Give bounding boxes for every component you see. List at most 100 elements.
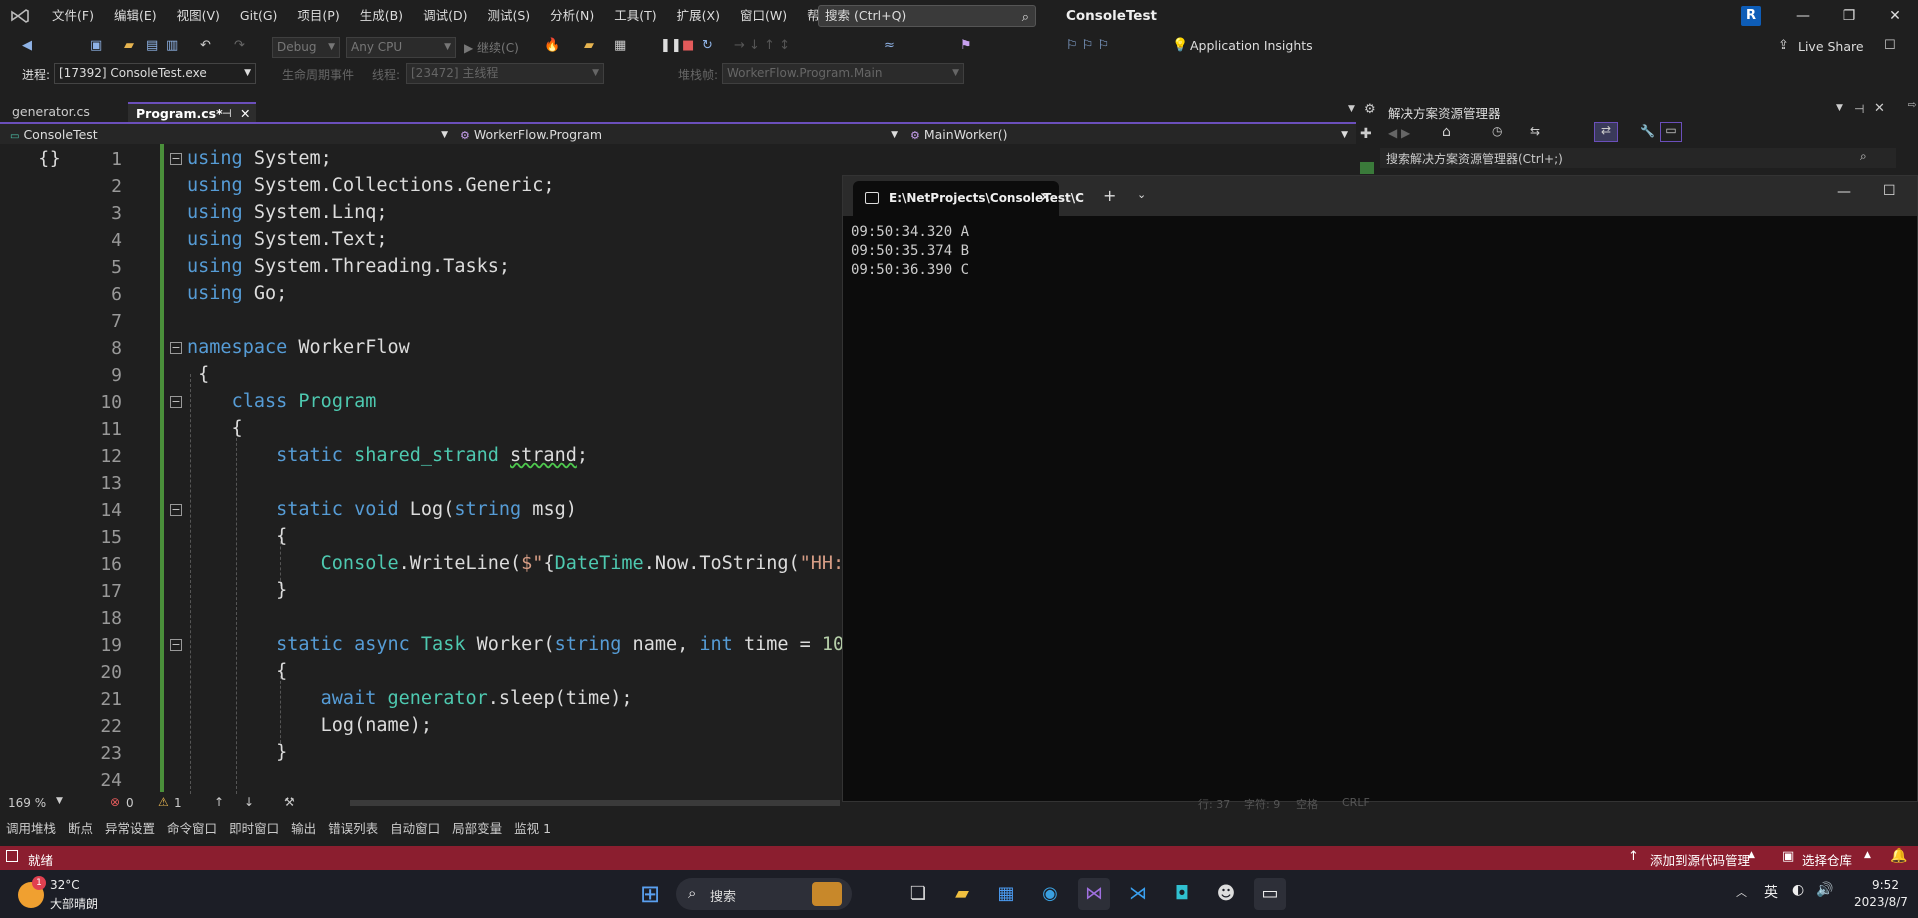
- bookmark-nav-icons[interactable]: ⚐ ⚐ ⚐: [1066, 38, 1109, 56]
- arrow-up-icon[interactable]: ↑: [214, 795, 224, 809]
- configuration-dropdown[interactable]: Debug ▼: [272, 37, 340, 58]
- new-project-icon[interactable]: ▣: [90, 38, 102, 56]
- volume-icon[interactable]: 🔊: [1816, 882, 1833, 898]
- menu-view[interactable]: 视图(V): [167, 0, 230, 32]
- code-lens-icon[interactable]: {}: [38, 148, 61, 169]
- chevron-down-icon[interactable]: ▼: [1836, 103, 1843, 113]
- menu-edit[interactable]: 编辑(E): [104, 0, 167, 32]
- global-search-input[interactable]: 搜索 (Ctrl+Q) ⌕: [818, 5, 1036, 27]
- menu-project[interactable]: 项目(P): [287, 0, 349, 32]
- show-all-files-icon[interactable]: ⇄: [1594, 122, 1618, 142]
- thread-dropdown[interactable]: [23472] 主线程 ▼: [406, 63, 604, 84]
- platform-dropdown[interactable]: Any CPU ▼: [346, 37, 456, 58]
- tab-breakpoints[interactable]: 断点: [68, 818, 93, 837]
- maximize-icon[interactable]: ☐: [1883, 183, 1896, 199]
- pin-icon[interactable]: ⊣: [1854, 102, 1864, 116]
- bookmark-icon[interactable]: ⚑: [960, 38, 972, 56]
- gear-icon[interactable]: ⚙: [1364, 102, 1376, 117]
- back-icon[interactable]: ◀: [22, 38, 32, 56]
- menu-build[interactable]: 生成(B): [350, 0, 413, 32]
- pin-icon[interactable]: ⊣: [222, 104, 232, 124]
- scrollbar-thumb[interactable]: [1360, 162, 1374, 174]
- tab-generator-cs[interactable]: generator.cs: [4, 102, 98, 122]
- tab-locals[interactable]: 局部变量: [452, 818, 502, 837]
- wrench-icon[interactable]: 🔧: [1640, 124, 1655, 138]
- fold-toggle[interactable]: −: [170, 396, 182, 408]
- tab-error-list[interactable]: 错误列表: [328, 818, 378, 837]
- file-explorer-icon[interactable]: ▰: [946, 878, 978, 910]
- avatar[interactable]: R: [1741, 6, 1761, 26]
- menu-analyze[interactable]: 分析(N): [540, 0, 604, 32]
- terminal-tab[interactable]: E:\NetProjects\ConsoleTest\C ✕: [853, 181, 1084, 216]
- chevron-up-icon[interactable]: ︿: [1736, 884, 1747, 900]
- tab-output[interactable]: 输出: [291, 818, 316, 837]
- fold-toggle[interactable]: −: [170, 153, 182, 165]
- chevron-up-icon[interactable]: ▲: [1748, 850, 1755, 860]
- minimize-icon[interactable]: —: [1837, 184, 1851, 200]
- side-tab-git[interactable]: ⇧: [1898, 100, 1918, 160]
- column-indicator[interactable]: 字符: 9: [1244, 796, 1280, 812]
- layout-icon[interactable]: ▦: [614, 38, 626, 56]
- solution-search-input[interactable]: 搜索解决方案资源管理器(Ctrl+;) ⌕: [1380, 148, 1896, 168]
- restart-icon[interactable]: ↻: [702, 38, 713, 56]
- windows-start-icon[interactable]: ⊞: [634, 878, 666, 910]
- chevron-down-icon[interactable]: ⌄: [1137, 188, 1146, 201]
- ime-indicator[interactable]: 英: [1764, 882, 1778, 902]
- close-icon[interactable]: ✕: [240, 104, 250, 124]
- task-view-icon[interactable]: ❏: [902, 878, 934, 910]
- step-icons[interactable]: → ↓ ↑ ↕: [734, 38, 790, 56]
- stop-icon[interactable]: ■: [682, 38, 694, 56]
- line-indicator[interactable]: 行: 37: [1198, 796, 1230, 812]
- open-folder-icon[interactable]: ▰: [124, 38, 134, 56]
- tab-exception-settings[interactable]: 异常设置: [105, 818, 155, 837]
- redo-icon[interactable]: ↷: [234, 38, 245, 56]
- notification-bell-icon[interactable]: 🔔: [1890, 848, 1907, 864]
- eol-indicator[interactable]: CRLF: [1342, 796, 1370, 809]
- process-dropdown[interactable]: [17392] ConsoleTest.exe ▼: [54, 63, 256, 84]
- terminal-icon[interactable]: ▭: [1254, 878, 1286, 910]
- split-icon[interactable]: ✚: [1360, 126, 1372, 142]
- store-icon[interactable]: ▦: [990, 878, 1022, 910]
- spell-check-icon[interactable]: ≈: [884, 38, 895, 56]
- feedback-icon[interactable]: ☐: [1884, 38, 1896, 56]
- error-count[interactable]: 0: [126, 796, 134, 810]
- rider-icon[interactable]: ◘: [1166, 878, 1198, 910]
- close-icon[interactable]: ✕: [1872, 0, 1918, 32]
- menu-git[interactable]: Git(G): [230, 0, 288, 32]
- menu-debug[interactable]: 调试(D): [413, 0, 477, 32]
- sync-icon[interactable]: ⇆: [1530, 124, 1540, 138]
- class-selector[interactable]: ⚙ WorkerFlow.Program ▼: [460, 126, 902, 144]
- visual-studio-icon[interactable]: ⋈: [1078, 878, 1110, 910]
- preview-icon[interactable]: ▭: [1660, 122, 1682, 142]
- member-selector[interactable]: ⚙ MainWorker() ▼: [910, 126, 1352, 144]
- fold-toggle[interactable]: −: [170, 342, 182, 354]
- network-icon[interactable]: ◐: [1792, 882, 1804, 898]
- hot-reload-icon[interactable]: 🔥: [544, 38, 560, 56]
- tab-command-window[interactable]: 命令窗口: [167, 818, 217, 837]
- fold-toggle[interactable]: −: [170, 504, 182, 516]
- arrow-down-icon[interactable]: ↓: [244, 795, 254, 809]
- undo-icon[interactable]: ↶: [200, 38, 211, 56]
- application-insights-button[interactable]: Application Insights: [1190, 38, 1313, 53]
- chevron-up-icon[interactable]: ▲: [1864, 850, 1871, 860]
- new-tab-icon[interactable]: +: [1103, 186, 1116, 205]
- menu-test[interactable]: 测试(S): [477, 0, 540, 32]
- select-repository-button[interactable]: 选择仓库: [1802, 850, 1852, 869]
- tab-immediate-window[interactable]: 即时窗口: [229, 818, 279, 837]
- browse-icon[interactable]: ▰: [584, 38, 594, 56]
- add-to-source-control-button[interactable]: 添加到源代码管理: [1650, 850, 1750, 869]
- edge-icon[interactable]: ◉: [1034, 878, 1066, 910]
- fold-toggle[interactable]: −: [170, 639, 182, 651]
- taskbar-search[interactable]: ⌕ 搜索: [676, 878, 852, 910]
- chevron-down-icon[interactable]: ▼: [1348, 104, 1355, 114]
- project-selector[interactable]: ▭ ConsoleTest ▼: [10, 126, 452, 144]
- menu-tools[interactable]: 工具(T): [604, 0, 666, 32]
- cleanup-icon[interactable]: ⚒: [284, 795, 295, 809]
- home-icon[interactable]: ⌂: [1442, 124, 1451, 140]
- tab-autos[interactable]: 自动窗口: [390, 818, 440, 837]
- save-icon[interactable]: ▤: [146, 38, 158, 56]
- save-all-icon[interactable]: ▥: [166, 38, 178, 56]
- whitespace-indicator[interactable]: 空格: [1296, 796, 1318, 812]
- close-icon[interactable]: ✕: [1874, 101, 1885, 116]
- lifecycle-events-button[interactable]: 生命周期事件: [282, 66, 354, 83]
